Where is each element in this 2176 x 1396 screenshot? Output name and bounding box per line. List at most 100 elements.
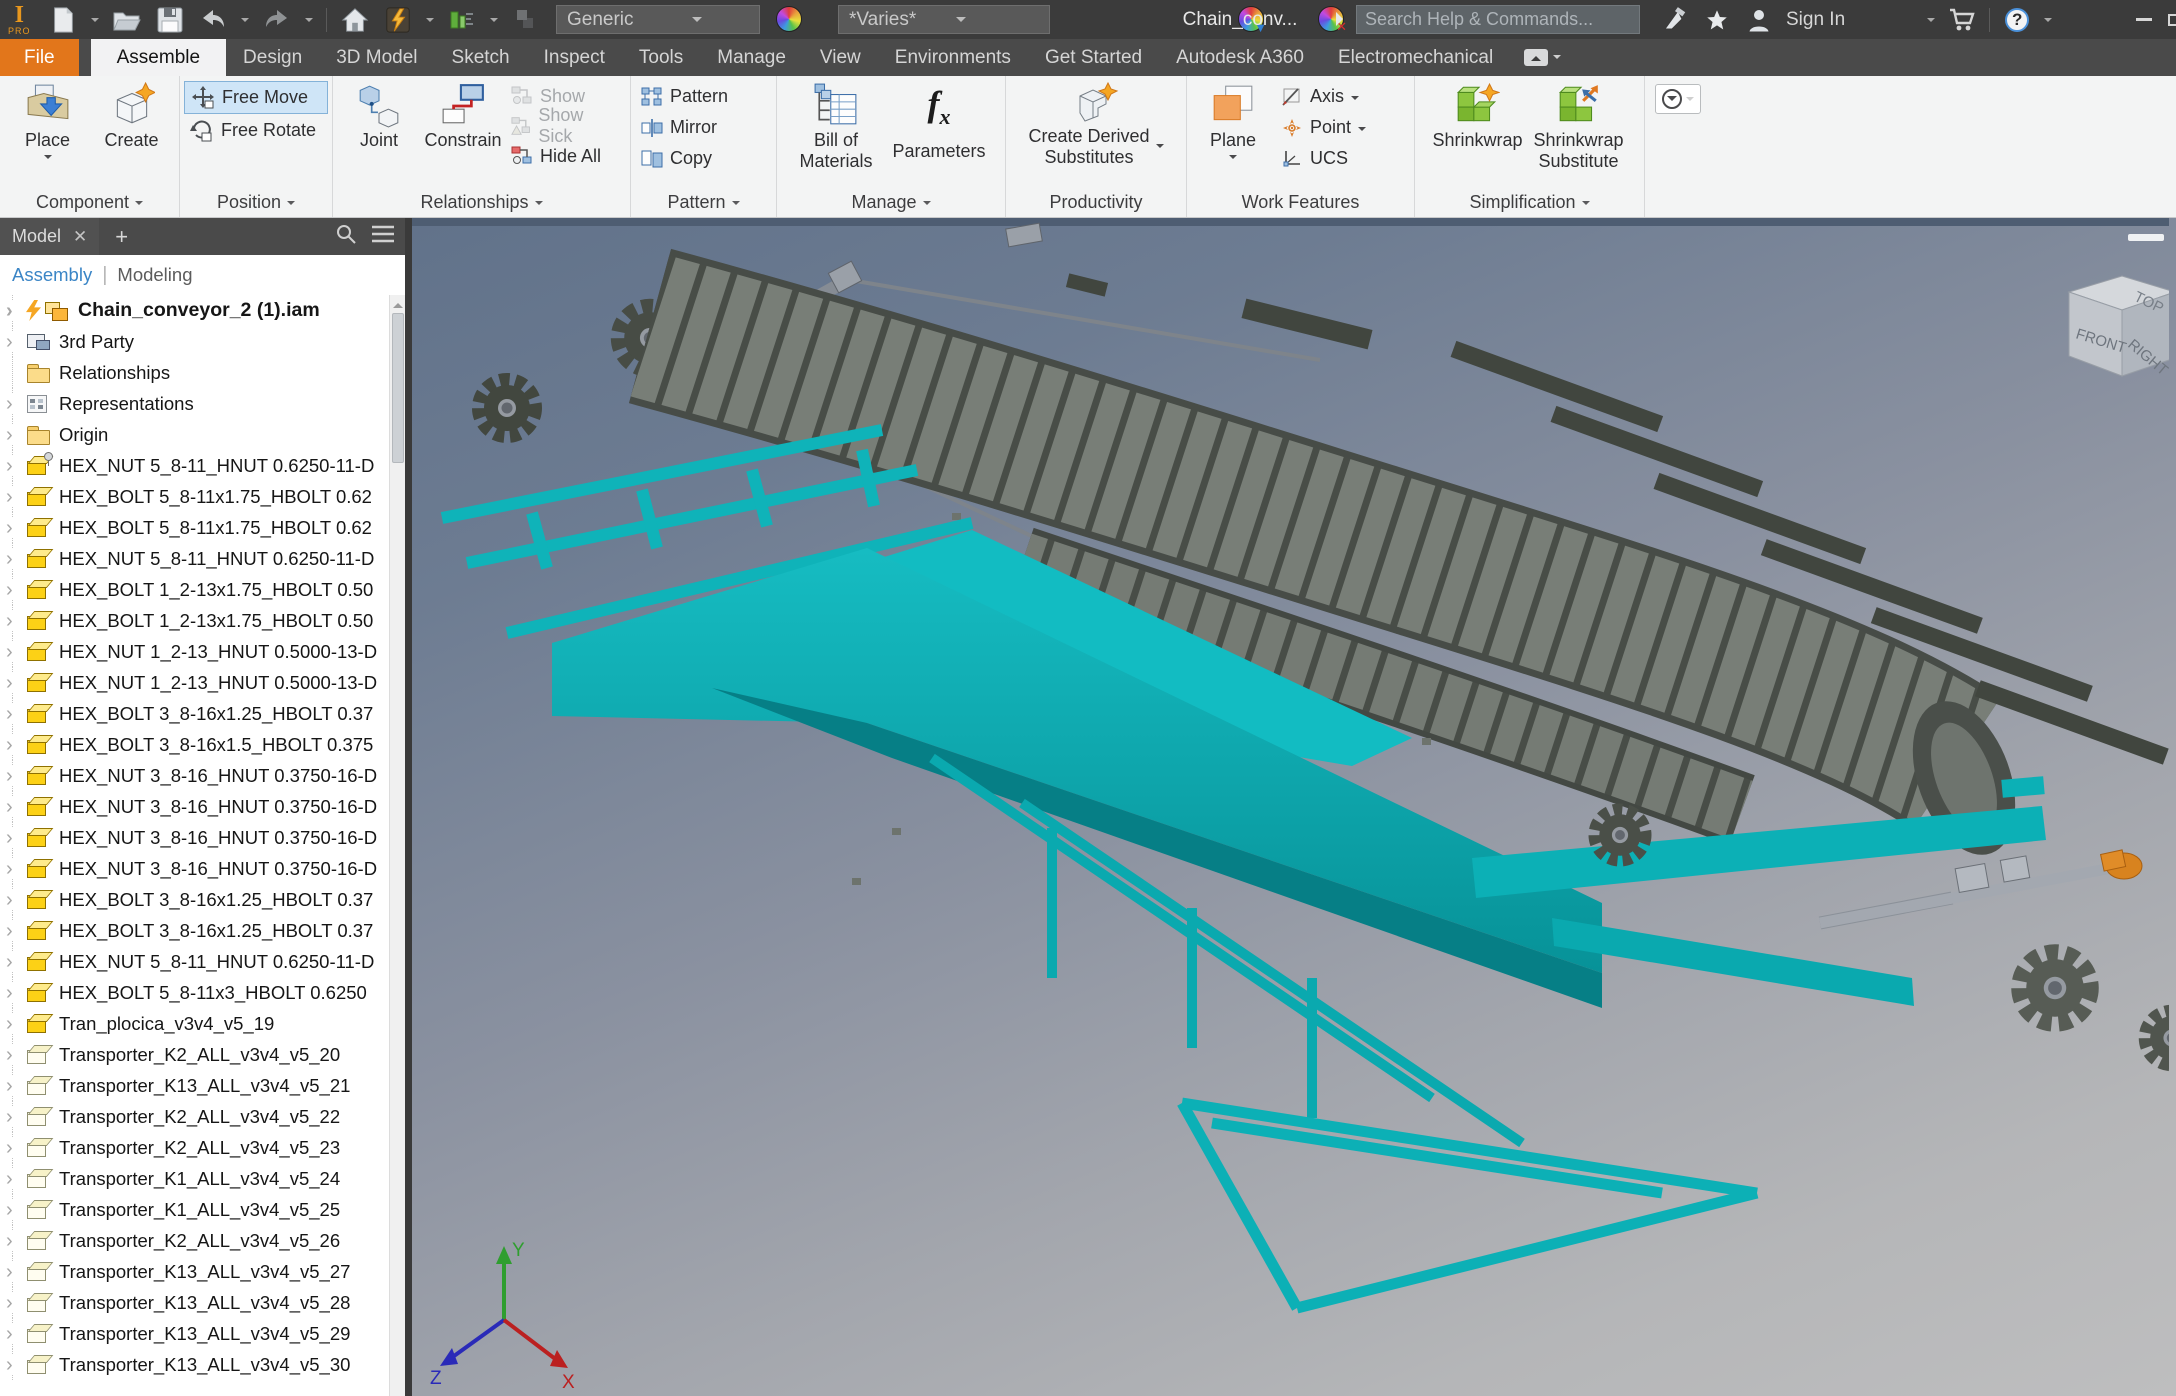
free-rotate-button[interactable]: Free Rotate: [184, 114, 328, 147]
tab-autodesk-a360[interactable]: Autodesk A360: [1159, 39, 1321, 76]
search-input[interactable]: [1356, 5, 1640, 34]
expand-chevron-icon[interactable]: ›: [6, 1137, 26, 1158]
tree-item[interactable]: › Origin: [0, 419, 389, 450]
expand-chevron-icon[interactable]: ›: [6, 1075, 26, 1096]
tree-item[interactable]: › HEX_BOLT 1_2-13x1.75_HBOLT 0.50: [0, 574, 389, 605]
undo-icon[interactable]: [198, 5, 228, 35]
tree-item[interactable]: › HEX_BOLT 3_8-16x1.25_HBOLT 0.37: [0, 884, 389, 915]
tree-item[interactable]: › HEX_NUT 1_2-13_HNUT 0.5000-13-D: [0, 667, 389, 698]
tree-item[interactable]: › Transporter_K2_ALL_v3v4_v5_26: [0, 1225, 389, 1256]
expand-chevron-icon[interactable]: ›: [6, 796, 26, 817]
tab-assemble[interactable]: Assemble: [90, 39, 227, 76]
expand-chevron-icon[interactable]: ›: [6, 486, 26, 507]
expand-chevron-icon[interactable]: ›: [6, 734, 26, 755]
parameters-button[interactable]: fx Parameters: [884, 79, 994, 162]
tree-item[interactable]: › Transporter_K1_ALL_v3v4_v5_24: [0, 1163, 389, 1194]
browser-menu-icon[interactable]: [371, 225, 395, 248]
tab-design[interactable]: Design: [226, 39, 319, 76]
constrain-button[interactable]: Constrain: [421, 79, 505, 151]
plane-button[interactable]: Plane: [1191, 79, 1275, 163]
minimize-button[interactable]: [2136, 18, 2152, 21]
cart-icon[interactable]: [1947, 5, 1977, 35]
tree-item[interactable]: › Transporter_K13_ALL_v3v4_v5_27: [0, 1256, 389, 1287]
expand-chevron-icon[interactable]: ›: [6, 1106, 26, 1127]
expand-chevron-icon[interactable]: ›: [6, 548, 26, 569]
sign-in-dropdown[interactable]: [1927, 17, 1936, 26]
tab-environments[interactable]: Environments: [878, 39, 1028, 76]
expand-chevron-icon[interactable]: ›: [6, 610, 26, 631]
hide-all-button[interactable]: Hide All: [505, 141, 626, 171]
expand-chevron-icon[interactable]: ›: [6, 1199, 26, 1220]
place-dropdown[interactable]: [43, 154, 52, 163]
expand-chevron-icon[interactable]: ›: [6, 1261, 26, 1282]
panel-title-position[interactable]: Position: [180, 188, 332, 217]
expand-chevron-icon[interactable]: ›: [6, 300, 26, 321]
document-title-arrow-icon[interactable]: [1336, 12, 1350, 26]
panel-title-component[interactable]: Component: [0, 188, 179, 217]
create-button[interactable]: Create: [90, 79, 174, 151]
tree-item[interactable]: › Transporter_K13_ALL_v3v4_v5_30: [0, 1349, 389, 1380]
tree-item[interactable]: › Transporter_K1_ALL_v3v4_v5_25: [0, 1194, 389, 1225]
point-button[interactable]: Point: [1275, 112, 1376, 143]
expand-chevron-icon[interactable]: ›: [6, 672, 26, 693]
expand-chevron-icon[interactable]: ›: [6, 765, 26, 786]
iproperties-dropdown[interactable]: [425, 17, 434, 26]
tree-item[interactable]: › HEX_NUT 5_8-11_HNUT 0.6250-11-D: [0, 450, 389, 481]
maximize-button[interactable]: [2168, 13, 2176, 26]
tail-shaft[interactable]: [1818, 849, 2143, 930]
plane-dropdown[interactable]: [1229, 154, 1237, 163]
tab-inspect[interactable]: Inspect: [527, 39, 622, 76]
expand-chevron-icon[interactable]: ›: [6, 889, 26, 910]
tab-file[interactable]: File: [0, 39, 79, 76]
axis-button[interactable]: Axis: [1275, 81, 1376, 112]
ucs-button[interactable]: UCS: [1275, 143, 1376, 174]
redo-icon[interactable]: [262, 5, 292, 35]
tree-item[interactable]: › Transporter_K2_ALL_v3v4_v5_20: [0, 1039, 389, 1070]
user-avatar-icon[interactable]: [1744, 5, 1774, 35]
expand-chevron-icon[interactable]: ›: [6, 982, 26, 1003]
tree-item[interactable]: › HEX_NUT 3_8-16_HNUT 0.3750-16-D: [0, 853, 389, 884]
expand-chevron-icon[interactable]: ›: [6, 331, 26, 352]
panel-title-manage[interactable]: Manage: [777, 188, 1005, 217]
expand-chevron-icon[interactable]: ›: [6, 1292, 26, 1313]
iproperties-icon[interactable]: [383, 5, 413, 35]
graphics-viewport[interactable]: TOP FRONT RIGHT Y Z X: [412, 218, 2176, 1396]
view-tab-modeling[interactable]: Modeling: [117, 264, 192, 286]
help-dropdown[interactable]: [2044, 17, 2053, 26]
panel-title-pattern[interactable]: Pattern: [631, 188, 776, 217]
expand-chevron-icon[interactable]: ›: [6, 951, 26, 972]
material-dropdown[interactable]: Generic: [556, 5, 760, 34]
scroll-thumb[interactable]: [392, 313, 404, 463]
undo-dropdown[interactable]: [240, 17, 249, 26]
tab-view[interactable]: View: [803, 39, 878, 76]
tree-item[interactable]: › Transporter_K13_ALL_v3v4_v5_29: [0, 1318, 389, 1349]
search-commands-icon[interactable]: [1660, 5, 1690, 35]
panel-title-simplification[interactable]: Simplification: [1415, 188, 1644, 217]
help-icon[interactable]: ?: [2002, 5, 2032, 35]
browser-search-icon[interactable]: [335, 223, 357, 250]
measure-dropdown[interactable]: [489, 17, 498, 26]
tree-item[interactable]: › HEX_NUT 3_8-16_HNUT 0.3750-16-D: [0, 791, 389, 822]
tab-sketch[interactable]: Sketch: [435, 39, 527, 76]
tree-item[interactable]: › HEX_BOLT 5_8-11x1.75_HBOLT 0.62: [0, 512, 389, 543]
joint-button[interactable]: Joint: [337, 79, 421, 151]
tree-item[interactable]: › HEX_BOLT 5_8-11x1.75_HBOLT 0.62: [0, 481, 389, 512]
ribbon-display-options-button[interactable]: [1655, 84, 1701, 114]
shrinkwrap-substitute-button[interactable]: Shrinkwrap Substitute: [1527, 79, 1631, 171]
create-derived-substitutes-button[interactable]: Create Derived Substitutes: [1021, 79, 1171, 167]
tab-manage[interactable]: Manage: [700, 39, 803, 76]
expand-chevron-icon[interactable]: ›: [6, 1044, 26, 1065]
tree-item[interactable]: › HEX_NUT 3_8-16_HNUT 0.3750-16-D: [0, 822, 389, 853]
tree-item[interactable]: › HEX_NUT 5_8-11_HNUT 0.6250-11-D: [0, 946, 389, 977]
tree-item[interactable]: › Transporter_K13_ALL_v3v4_v5_21: [0, 1070, 389, 1101]
place-button[interactable]: Place: [6, 79, 90, 163]
tree-item[interactable]: › HEX_BOLT 5_8-11x3_HBOLT 0.6250: [0, 977, 389, 1008]
appearance-wheel-icon[interactable]: [776, 6, 802, 32]
expand-chevron-icon[interactable]: ›: [6, 455, 26, 476]
panel-title-work-features[interactable]: Work Features: [1187, 188, 1414, 217]
expand-chevron-icon[interactable]: ›: [6, 1354, 26, 1375]
tree-item[interactable]: › 3rd Party: [0, 326, 389, 357]
tree-item[interactable]: › Transporter_K13_ALL_v3v4_v5_28: [0, 1287, 389, 1318]
tree-item[interactable]: ›Relationships: [0, 357, 389, 388]
tree-item[interactable]: › Representations: [0, 388, 389, 419]
